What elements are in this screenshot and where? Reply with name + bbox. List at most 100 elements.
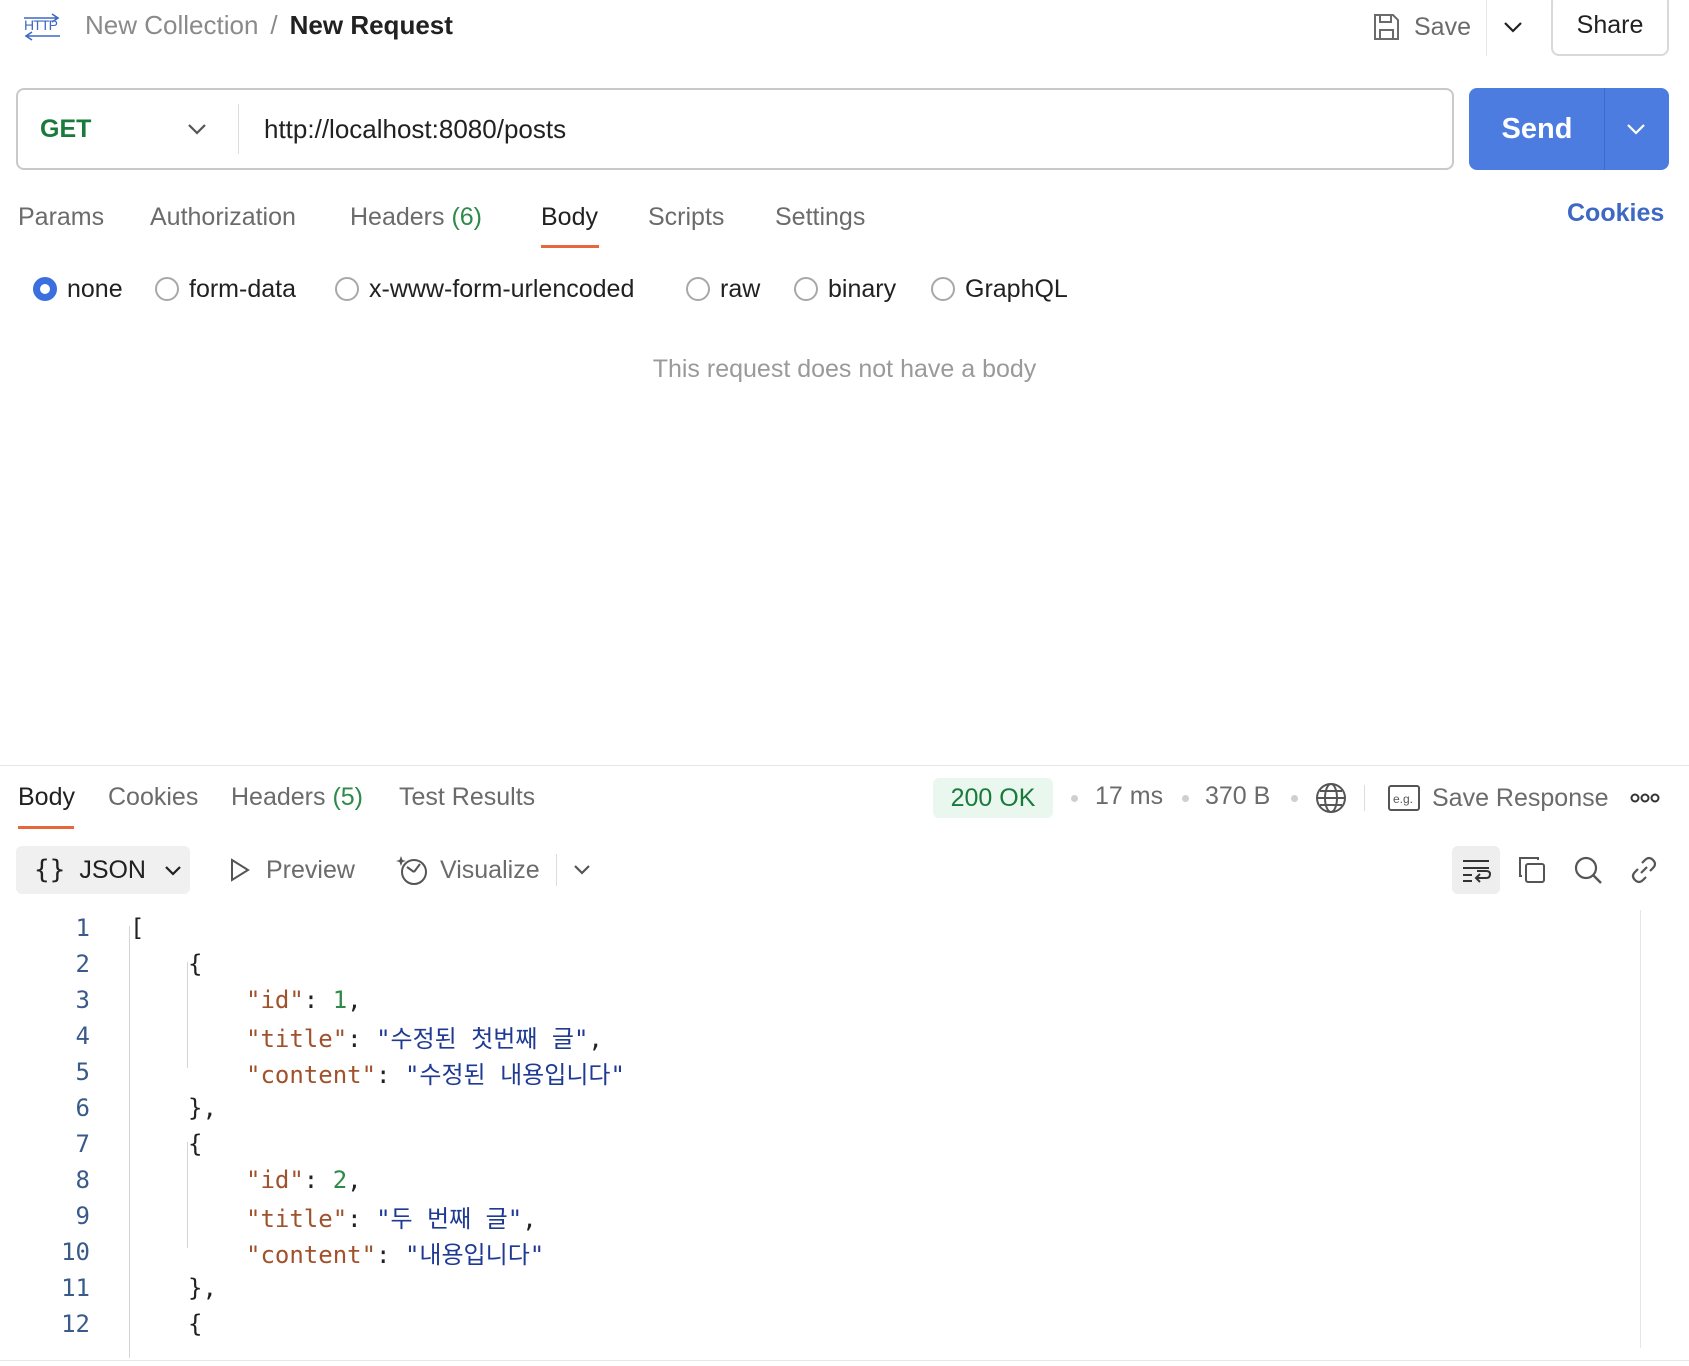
link-icon[interactable] bbox=[1628, 854, 1660, 886]
json-key: "id" bbox=[246, 1166, 304, 1194]
chevron-down-icon[interactable] bbox=[568, 856, 596, 884]
radio-none[interactable]: none bbox=[33, 272, 123, 306]
copy-icon[interactable] bbox=[1516, 854, 1548, 886]
code-line: 8 "id": 2, bbox=[0, 1162, 1600, 1198]
status-badge[interactable]: 200 OK bbox=[933, 778, 1053, 818]
scrollbar-track[interactable] bbox=[1640, 910, 1641, 1348]
pane-divider[interactable] bbox=[0, 765, 1689, 766]
separator-dot bbox=[1291, 795, 1298, 802]
response-body-code[interactable]: 1 [ 2 { 3 "id": 1, 4 "title": "수정된 첫번째 글… bbox=[0, 910, 1689, 1358]
json-key: "title" bbox=[246, 1204, 348, 1233]
save-response-button[interactable]: e.g. Save Response bbox=[1388, 780, 1609, 816]
format-select[interactable]: {} JSON bbox=[16, 846, 190, 894]
tab-label: Settings bbox=[775, 202, 866, 231]
tab-count: (6) bbox=[451, 202, 483, 231]
method-select[interactable]: GET bbox=[40, 90, 91, 168]
json-key: "content" bbox=[246, 1240, 377, 1269]
radio-form-data[interactable]: form-data bbox=[155, 272, 296, 306]
line-number: 1 bbox=[75, 914, 90, 942]
radio-binary[interactable]: binary bbox=[794, 272, 896, 306]
radio-icon bbox=[686, 277, 710, 301]
line-number: 11 bbox=[61, 1274, 90, 1302]
response-size[interactable]: 370 B bbox=[1205, 782, 1270, 811]
format-label: JSON bbox=[79, 855, 146, 884]
code-line: 1 [ bbox=[0, 910, 1600, 946]
separator-dot bbox=[1071, 795, 1078, 802]
more-options-icon[interactable] bbox=[1630, 788, 1660, 808]
send-button-group: Send bbox=[1469, 88, 1669, 170]
radio-label: x-www-form-urlencoded bbox=[369, 274, 635, 303]
tab-params[interactable]: Params bbox=[18, 199, 104, 235]
radio-label: none bbox=[67, 274, 123, 303]
preview-label: Preview bbox=[266, 855, 355, 884]
active-tab-indicator bbox=[18, 826, 74, 829]
radio-selected-icon bbox=[33, 277, 57, 301]
empty-body-message: This request does not have a body bbox=[652, 355, 1037, 383]
tab-label: Body bbox=[18, 782, 75, 811]
active-tab-indicator bbox=[541, 245, 599, 248]
code-line: 5 "content": "수정된 내용입니다" bbox=[0, 1054, 1600, 1090]
divider bbox=[1364, 785, 1365, 811]
json-key: "id" bbox=[246, 986, 304, 1014]
response-time[interactable]: 17 ms bbox=[1095, 782, 1163, 811]
code-text: }, bbox=[188, 1274, 217, 1302]
breadcrumb-current[interactable]: New Request bbox=[290, 10, 453, 41]
json-number: 1 bbox=[332, 986, 348, 1014]
tab-scripts[interactable]: Scripts bbox=[648, 199, 724, 235]
chevron-down-icon bbox=[165, 866, 181, 876]
radio-label: raw bbox=[720, 274, 761, 303]
share-button[interactable]: Share bbox=[1551, 0, 1669, 56]
chevron-down-icon[interactable] bbox=[182, 114, 212, 144]
svg-text:HTTP: HTTP bbox=[24, 17, 58, 33]
tab-settings[interactable]: Settings bbox=[775, 199, 865, 235]
save-button[interactable]: Save bbox=[1370, 4, 1471, 50]
radio-x-www-form-urlencoded[interactable]: x-www-form-urlencoded bbox=[335, 272, 634, 306]
wrap-lines-button[interactable] bbox=[1452, 846, 1500, 894]
tab-authorization[interactable]: Authorization bbox=[150, 199, 296, 235]
breadcrumb-separator: / bbox=[270, 9, 278, 40]
response-tab-headers[interactable]: Headers (5) bbox=[231, 779, 363, 815]
save-label: Save bbox=[1414, 12, 1471, 41]
breadcrumb-collection[interactable]: New Collection bbox=[85, 10, 258, 41]
tab-body[interactable]: Body bbox=[541, 199, 598, 235]
globe-icon[interactable] bbox=[1314, 781, 1348, 815]
radio-graphql[interactable]: GraphQL bbox=[931, 272, 1068, 306]
line-number: 3 bbox=[75, 986, 90, 1014]
code-line: 7 { bbox=[0, 1126, 1600, 1162]
radio-raw[interactable]: raw bbox=[686, 272, 760, 306]
radio-icon bbox=[931, 277, 955, 301]
line-number: 7 bbox=[75, 1130, 90, 1158]
code-line: 3 "id": 1, bbox=[0, 982, 1600, 1018]
separator-dot bbox=[1182, 795, 1189, 802]
example-icon: e.g. bbox=[1388, 785, 1420, 811]
divider bbox=[556, 854, 557, 886]
play-icon bbox=[231, 858, 250, 882]
code-line: 4 "title": "수정된 첫번째 글", bbox=[0, 1018, 1600, 1054]
preview-button[interactable]: Preview bbox=[226, 850, 355, 890]
visualize-button[interactable]: Visualize bbox=[396, 850, 540, 890]
response-tab-test-results[interactable]: Test Results bbox=[399, 779, 535, 815]
search-icon[interactable] bbox=[1572, 854, 1604, 886]
cookies-link[interactable]: Cookies bbox=[1567, 199, 1664, 228]
radio-icon bbox=[794, 277, 818, 301]
radio-label: GraphQL bbox=[965, 274, 1068, 303]
chevron-down-icon[interactable] bbox=[1498, 12, 1528, 42]
divider bbox=[1604, 88, 1605, 170]
divider bbox=[238, 104, 239, 154]
tab-label: Body bbox=[541, 202, 598, 231]
tab-label: Authorization bbox=[150, 202, 296, 231]
chevron-down-icon[interactable] bbox=[1621, 114, 1651, 144]
breadcrumb: New Collection / New Request bbox=[85, 8, 453, 42]
http-icon: HTTP bbox=[24, 13, 60, 41]
json-string: "두 번째 글" bbox=[376, 1204, 523, 1233]
send-button[interactable]: Send bbox=[1469, 88, 1605, 170]
response-tab-body[interactable]: Body bbox=[18, 779, 75, 815]
tab-headers[interactable]: Headers (6) bbox=[350, 199, 482, 235]
url-input[interactable]: http://localhost:8080/posts bbox=[264, 90, 566, 168]
code-line: 11 }, bbox=[0, 1270, 1600, 1306]
json-key: "title" bbox=[246, 1024, 348, 1053]
radio-label: binary bbox=[828, 274, 897, 303]
save-icon bbox=[1374, 14, 1399, 40]
json-key: "content" bbox=[246, 1060, 377, 1089]
response-tab-cookies[interactable]: Cookies bbox=[108, 779, 198, 815]
